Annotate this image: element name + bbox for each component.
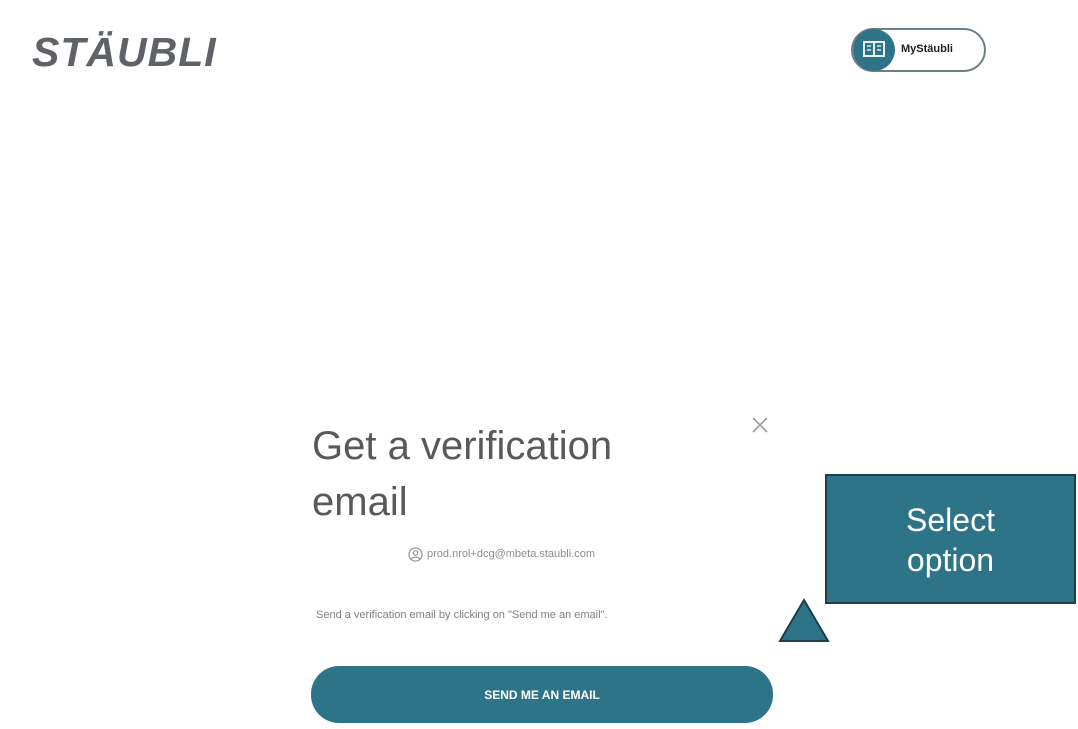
callout-box: Select option — [825, 474, 1076, 604]
book-icon — [863, 41, 885, 57]
account-icon-circle — [853, 29, 895, 71]
instruction-text: Send a verification email by clicking on… — [316, 609, 608, 621]
user-circle-icon — [408, 546, 423, 562]
callout-arrow-icon — [778, 598, 830, 642]
send-email-button[interactable]: SEND ME AN EMAIL — [311, 666, 773, 723]
mystaubli-button[interactable]: MyStäubli — [851, 28, 986, 72]
callout-line-2: option — [906, 542, 995, 578]
dialog-title: Get a verification email — [312, 424, 613, 524]
mystaubli-label: MyStäubli — [901, 43, 953, 55]
staubli-logo[interactable]: STÄUBLI — [32, 30, 217, 74]
user-email: prod.nrol+dcg@mbeta.staubli.com — [427, 548, 596, 560]
close-icon[interactable] — [748, 413, 772, 437]
user-identifier: prod.nrol+dcg@mbeta.staubli.com — [408, 544, 595, 564]
callout-line-1: Select — [906, 502, 995, 538]
